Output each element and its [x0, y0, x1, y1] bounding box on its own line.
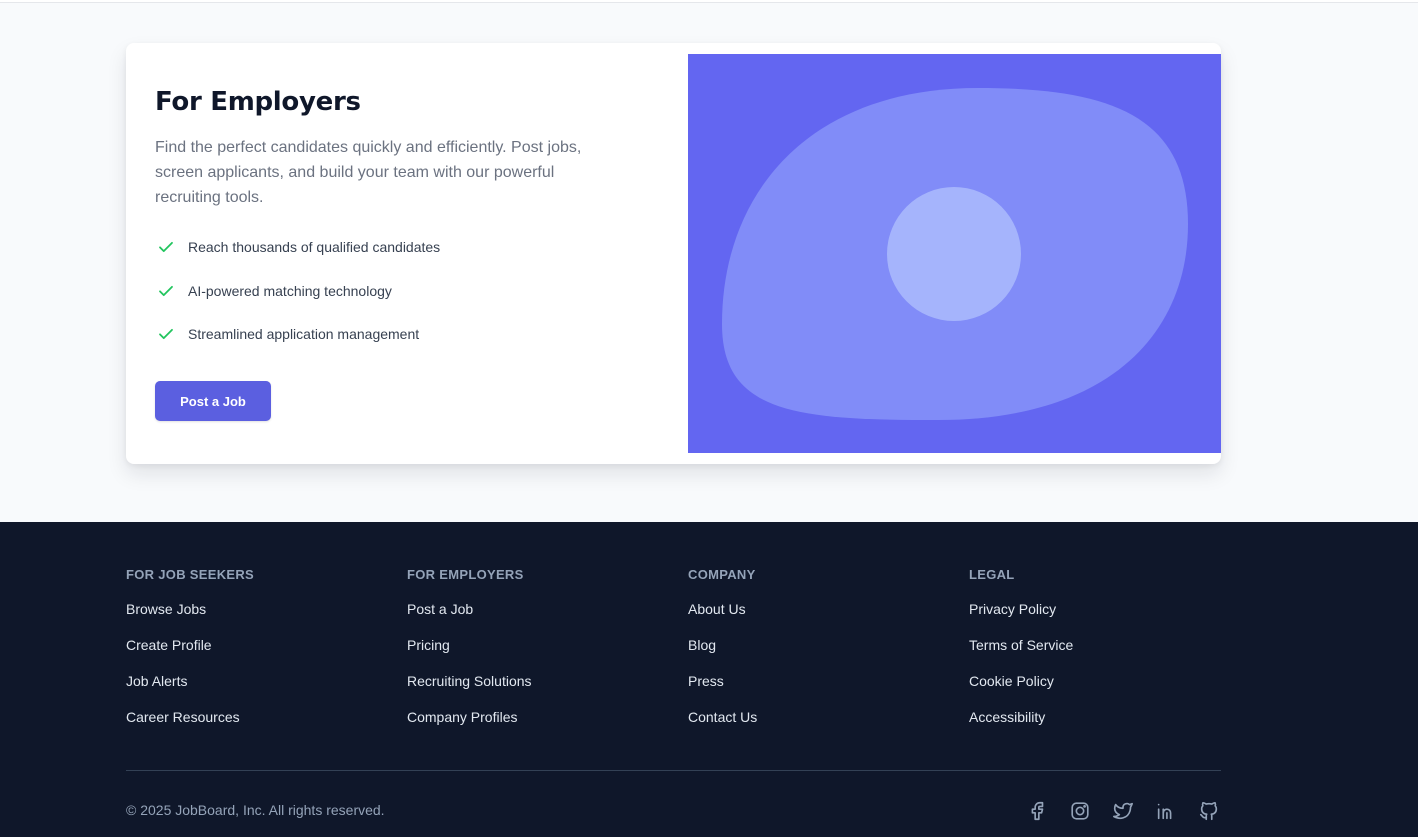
feature-text: AI-powered matching technology: [188, 282, 392, 299]
footer-column-employers: FOR EMPLOYERS Post a Job Pricing Recruit…: [407, 567, 532, 745]
facebook-icon[interactable]: [1025, 799, 1049, 823]
footer-link-browse-jobs[interactable]: Browse Jobs: [126, 601, 254, 617]
linkedin-icon[interactable]: [1154, 799, 1178, 823]
footer-link-career-resources[interactable]: Career Resources: [126, 709, 254, 725]
footer-link-about-us[interactable]: About Us: [688, 601, 757, 617]
feature-item: AI-powered matching technology: [155, 280, 440, 302]
footer-divider: [126, 770, 1221, 771]
social-links: [1006, 799, 1221, 823]
footer-link-pricing[interactable]: Pricing: [407, 637, 532, 653]
footer-link-terms-of-service[interactable]: Terms of Service: [969, 637, 1073, 653]
check-icon: [155, 280, 177, 302]
footer-heading: LEGAL: [969, 567, 1015, 582]
footer-link-job-alerts[interactable]: Job Alerts: [126, 673, 254, 689]
employers-card: For Employers Find the perfect candidate…: [126, 43, 1221, 464]
site-footer: FOR JOB SEEKERS Browse Jobs Create Profi…: [0, 522, 1418, 837]
footer-column-legal: LEGAL Privacy Policy Terms of Service Co…: [969, 567, 1073, 745]
check-icon: [155, 323, 177, 345]
employers-illustration: [688, 54, 1221, 453]
footer-link-recruiting-solutions[interactable]: Recruiting Solutions: [407, 673, 532, 689]
abstract-blob-graphic: [688, 54, 1221, 453]
feature-item: Reach thousands of qualified candidates: [155, 236, 440, 258]
footer-heading: COMPANY: [688, 567, 756, 582]
footer-link-post-job[interactable]: Post a Job: [407, 601, 532, 617]
employers-description: Find the perfect candidates quickly and …: [155, 139, 582, 206]
footer-column-company: COMPANY About Us Blog Press Contact Us: [688, 567, 757, 745]
check-icon: [155, 236, 177, 258]
feature-item: Streamlined application management: [155, 323, 440, 345]
feature-text: Streamlined application management: [188, 326, 420, 342]
employers-section: For Employers Find the perfect candidate…: [0, 3, 1418, 522]
feature-list: Reach thousands of qualified candidates …: [155, 236, 440, 367]
footer-link-company-profiles[interactable]: Company Profiles: [407, 709, 532, 725]
footer-link-blog[interactable]: Blog: [688, 637, 757, 653]
copyright-text: © 2025 JobBoard, Inc. All rights reserve…: [126, 802, 385, 818]
footer-column-job-seekers: FOR JOB SEEKERS Browse Jobs Create Profi…: [126, 567, 254, 745]
footer-heading: FOR JOB SEEKERS: [126, 567, 255, 582]
footer-link-cookie-policy[interactable]: Cookie Policy: [969, 673, 1073, 689]
footer-link-accessibility[interactable]: Accessibility: [969, 709, 1073, 725]
footer-link-create-profile[interactable]: Create Profile: [126, 637, 254, 653]
post-job-button[interactable]: Post a Job: [155, 381, 271, 421]
footer-link-press[interactable]: Press: [688, 673, 757, 689]
twitter-icon[interactable]: [1111, 799, 1135, 823]
instagram-icon[interactable]: [1068, 799, 1092, 823]
employers-title: For Employers: [155, 87, 361, 117]
github-icon[interactable]: [1197, 799, 1221, 823]
footer-link-privacy-policy[interactable]: Privacy Policy: [969, 601, 1073, 617]
feature-text: Reach thousands of qualified candidates: [188, 239, 441, 255]
footer-link-contact-us[interactable]: Contact Us: [688, 709, 757, 725]
footer-heading: FOR EMPLOYERS: [407, 567, 524, 582]
